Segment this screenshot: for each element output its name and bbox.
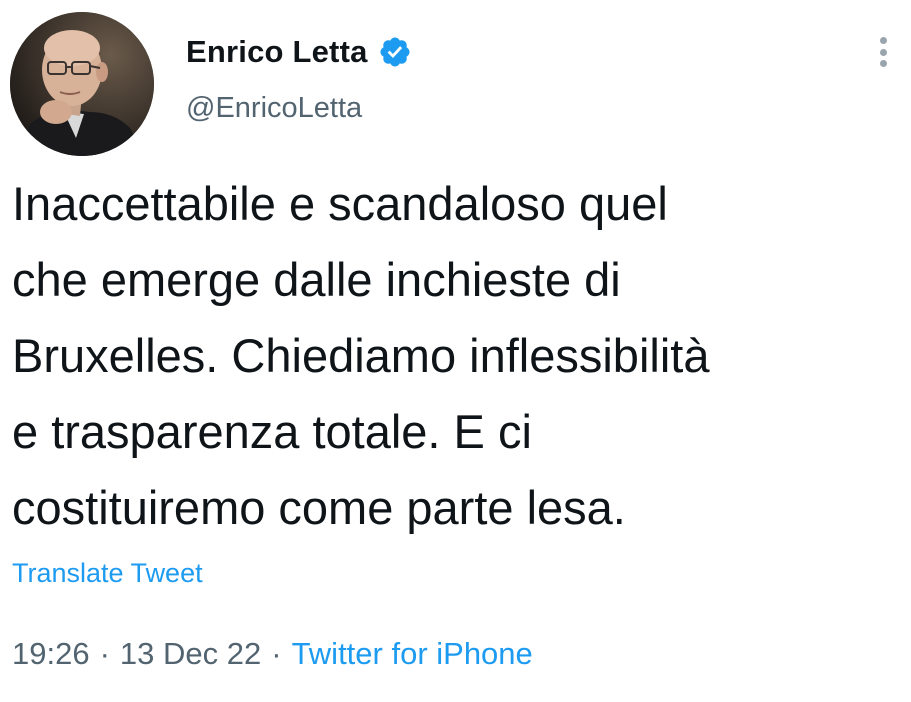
user-handle[interactable]: @EnricoLetta <box>186 92 362 125</box>
avatar[interactable] <box>10 12 154 156</box>
display-name[interactable]: Enrico Letta <box>186 34 368 70</box>
tweet-text-line: costituiremo come parte lesa. <box>12 481 626 534</box>
more-vertical-icon[interactable] <box>874 34 892 70</box>
more-dot <box>879 37 887 44</box>
verified-badge-icon <box>378 35 412 69</box>
tweet-text-line: che emerge dalle inchieste di <box>12 253 621 306</box>
tweet-meta: 19:26 · 13 Dec 22 · Twitter for iPhone <box>12 636 533 672</box>
tweet-text-line: Bruxelles. Chiediamo inflessibilità <box>12 329 710 382</box>
translate-tweet-link[interactable]: Translate Tweet <box>12 558 203 589</box>
tweet-text-line: e trasparenza totale. E ci <box>12 405 532 458</box>
meta-separator: · <box>99 636 110 671</box>
avatar-photo <box>10 12 154 156</box>
tweet-time[interactable]: 19:26 <box>12 636 90 672</box>
author-name-row[interactable]: Enrico Letta <box>186 30 412 74</box>
tweet-card: Enrico Letta @EnricoLetta Inaccettabile … <box>0 0 911 702</box>
meta-separator: · <box>271 636 282 671</box>
tweet-text: Inaccettabile e scandaloso quel che emer… <box>12 166 902 546</box>
tweet-source-link[interactable]: Twitter for iPhone <box>292 636 533 672</box>
more-dot <box>879 60 887 67</box>
tweet-text-line: Inaccettabile e scandaloso quel <box>12 177 668 230</box>
tweet-date[interactable]: 13 Dec 22 <box>120 636 261 672</box>
more-dot <box>879 48 887 56</box>
